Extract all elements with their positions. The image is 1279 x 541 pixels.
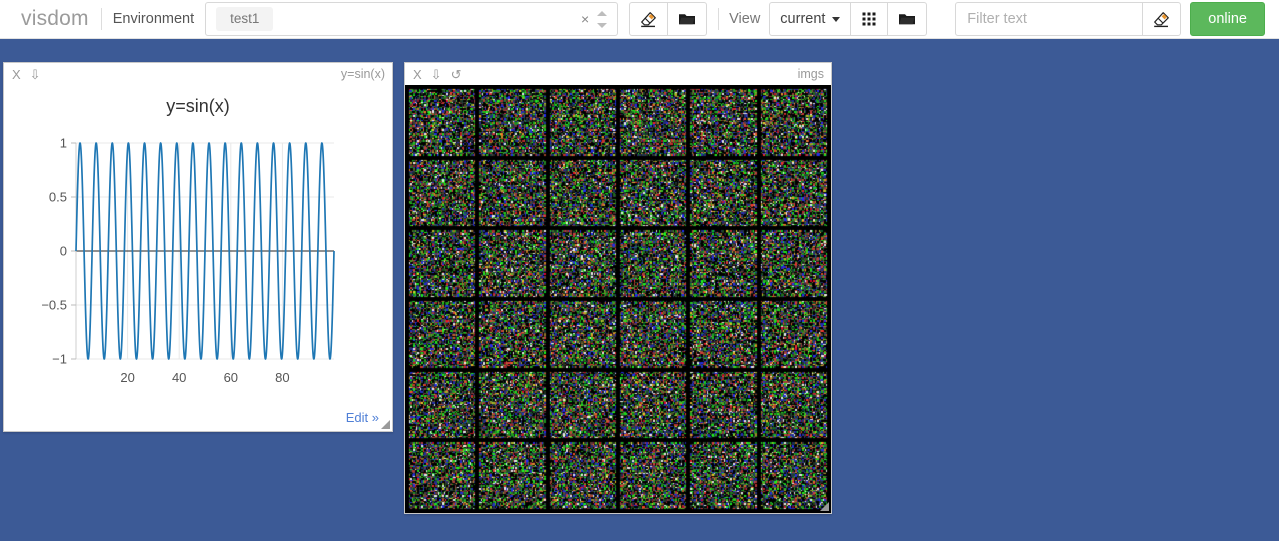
folder-icon — [898, 11, 916, 27]
svg-text:−0.5: −0.5 — [41, 298, 67, 313]
save-view-button[interactable] — [887, 2, 927, 36]
clear-env-button[interactable] — [629, 2, 668, 36]
environment-clear-icon[interactable]: × — [581, 12, 589, 26]
svg-text:y=sin(x): y=sin(x) — [166, 96, 230, 116]
folder-icon — [678, 11, 696, 27]
panel-close-icon[interactable]: X — [413, 68, 422, 81]
svg-text:60: 60 — [224, 370, 238, 385]
image-grid[interactable] — [405, 85, 831, 513]
chevron-down-icon — [832, 17, 840, 22]
caret-down-icon[interactable] — [597, 23, 607, 28]
svg-text:20: 20 — [120, 370, 134, 385]
panel-imgs[interactable]: X ⇩ ↺ imgs — [404, 62, 832, 514]
panel-download-icon[interactable]: ⇩ — [30, 68, 41, 81]
svg-text:0: 0 — [60, 244, 67, 259]
status-badge: online — [1208, 11, 1247, 27]
eraser-icon — [640, 11, 657, 28]
environment-spinner[interactable] — [594, 3, 610, 35]
panel-reset-icon[interactable]: ↺ — [451, 68, 462, 81]
image-grid-canvas — [405, 85, 831, 513]
environment-label: Environment — [102, 11, 204, 27]
app-header: visdom Environment test1 × View current … — [0, 0, 1279, 39]
panel-imgs-titlebar: X ⇩ ↺ imgs — [405, 63, 831, 85]
panel-resize-handle[interactable] — [380, 419, 391, 430]
app-brand: visdom — [0, 7, 101, 31]
environment-select[interactable]: test1 × — [205, 2, 618, 36]
svg-text:40: 40 — [172, 370, 186, 385]
panel-resize-handle[interactable] — [819, 501, 830, 512]
environment-actions — [629, 2, 707, 36]
svg-text:80: 80 — [275, 370, 289, 385]
sine-chart: y=sin(x) 1 0.5 0 −0.5 −1 20 40 60 80 — [4, 85, 392, 409]
save-env-button[interactable] — [667, 2, 707, 36]
caret-up-icon[interactable] — [597, 11, 607, 16]
view-select-value: current — [780, 11, 825, 27]
eraser-icon — [1153, 11, 1170, 28]
panel-imgs-title: imgs — [798, 67, 826, 81]
edit-link[interactable]: Edit » — [346, 410, 379, 425]
panel-download-icon[interactable]: ⇩ — [431, 68, 442, 81]
grid-icon — [861, 11, 877, 27]
view-label: View — [719, 11, 769, 27]
connection-status-button[interactable]: online — [1190, 2, 1265, 36]
repack-button[interactable] — [850, 2, 888, 36]
panel-close-icon[interactable]: X — [12, 68, 21, 81]
filter-input[interactable] — [955, 2, 1143, 36]
plot-area[interactable]: y=sin(x) 1 0.5 0 −0.5 −1 20 40 60 80 — [4, 85, 392, 409]
panel-plot-title: y=sin(x) — [341, 67, 387, 81]
panel-plot-titlebar: X ⇩ y=sin(x) — [4, 63, 392, 85]
environment-tag-test1[interactable]: test1 — [216, 7, 273, 32]
view-select[interactable]: current — [769, 2, 851, 36]
clear-filter-button[interactable] — [1142, 2, 1181, 36]
svg-text:−1: −1 — [52, 352, 67, 367]
svg-text:0.5: 0.5 — [49, 190, 67, 205]
view-controls: current — [769, 2, 927, 36]
svg-text:1: 1 — [60, 136, 67, 151]
panel-plot[interactable]: X ⇩ y=sin(x) y=sin(x) 1 0.5 0 −0.5 −1 20 40 60 80… — [3, 62, 393, 432]
